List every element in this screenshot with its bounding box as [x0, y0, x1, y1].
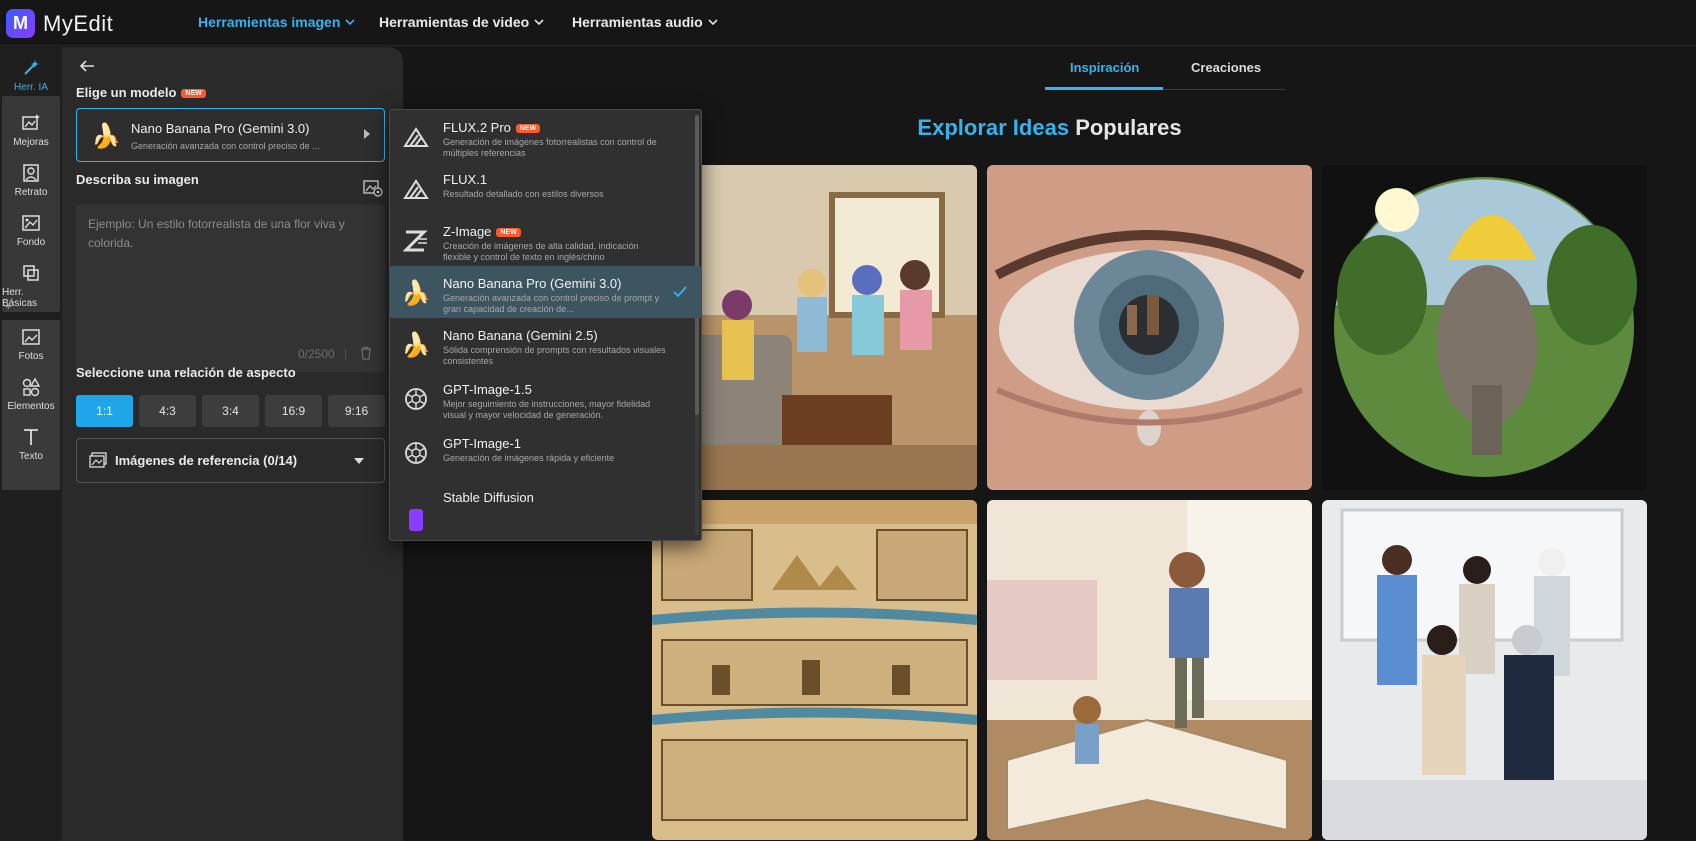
- ratio-16-9-button[interactable]: 16:9: [265, 395, 322, 427]
- eye-tear-image: [987, 165, 1312, 490]
- char-count: 0/2500 |: [298, 347, 348, 361]
- photo-icon: [22, 329, 40, 345]
- banana-icon: 🍌: [401, 279, 431, 307]
- magic-wand-icon: [24, 60, 39, 75]
- ratio-1-1-button[interactable]: 1:1: [76, 395, 133, 427]
- new-badge: NEW: [181, 89, 206, 99]
- app-name: MyEdit: [43, 10, 114, 36]
- banana-icon: 🍌: [91, 123, 121, 150]
- caret-down-icon: [354, 458, 364, 464]
- ratio-9-16-button[interactable]: 9:16: [328, 395, 385, 427]
- rail-item-elements[interactable]: Elementos: [2, 377, 60, 412]
- rail-item-background[interactable]: Fondo: [2, 213, 60, 248]
- image-settings-icon[interactable]: [363, 179, 383, 197]
- model-dropdown: FLUX.2 Pro NEW Generación de imágenes fot…: [389, 109, 702, 541]
- app-logo[interactable]: M MyEdit: [6, 9, 113, 38]
- new-badge: NEW: [515, 124, 541, 134]
- gallery-item-egypt-poster[interactable]: [652, 500, 977, 840]
- enhance-icon: [22, 114, 40, 130]
- tab-inspiration[interactable]: Inspiración: [1070, 60, 1139, 75]
- shapes-icon: [22, 377, 41, 397]
- describe-label: Describa su imagen: [76, 172, 199, 187]
- plus-icon: +: [5, 301, 12, 313]
- flux-icon: [402, 123, 430, 151]
- nav-image-tools[interactable]: Herramientas imagen: [198, 14, 356, 30]
- rail-item-ai-tools[interactable]: Herr. IA: [2, 58, 60, 93]
- aspect-label: Seleccione una relación de aspecto: [76, 365, 296, 380]
- model-option-nano-banana-pro[interactable]: 🍌 Nano Banana Pro (Gemini 3.0) Generació…: [390, 266, 701, 318]
- gallery-item-professionals[interactable]: [1322, 500, 1647, 840]
- reference-images-dropdown[interactable]: Imágenes de referencia (0/14): [76, 438, 385, 483]
- ratio-4-3-button[interactable]: 4:3: [139, 395, 196, 427]
- gallery-item-fisheye-elephant[interactable]: [1322, 165, 1647, 490]
- images-icon: [89, 452, 107, 468]
- logo-mark-icon: M: [6, 9, 35, 38]
- reference-images-label: Imágenes de referencia (0/14): [115, 453, 298, 468]
- rail-item-portrait[interactable]: Retrato: [2, 163, 60, 198]
- ai-tool-panel: Elige un modelo NEW 🍌 Nano Banana Pro (Ge…: [62, 47, 403, 841]
- model-option-gpt-image-1[interactable]: GPT-Image-1 Generación de imágenes rápid…: [390, 426, 701, 478]
- girl-book-image: [987, 500, 1312, 840]
- model-title: Nano Banana Pro (Gemini 3.0): [131, 121, 310, 136]
- egypt-dynasties-image: [652, 500, 977, 840]
- fisheye-elephant-image: [1322, 165, 1647, 490]
- model-option-stable-diffusion[interactable]: Stable Diffusion: [390, 480, 701, 532]
- nav-video-tools[interactable]: Herramientas de video: [379, 14, 545, 30]
- active-tab-indicator: [1045, 87, 1163, 90]
- rail-item-photos[interactable]: Fotos: [2, 327, 60, 362]
- ratio-3-4-button[interactable]: 3:4: [202, 395, 259, 427]
- z-image-icon: [402, 227, 430, 255]
- openai-icon: [402, 439, 430, 467]
- chevron-down-icon: [708, 19, 718, 26]
- check-icon: [673, 286, 687, 298]
- model-option-flux2-pro[interactable]: FLUX.2 Pro NEW Generación de imágenes fot…: [390, 110, 701, 162]
- professionals-image: [1322, 500, 1647, 840]
- portrait-icon: [23, 164, 39, 182]
- back-arrow-icon[interactable]: [78, 57, 96, 75]
- tab-creations[interactable]: Creaciones: [1191, 60, 1261, 75]
- chevron-down-icon: [345, 19, 355, 26]
- banana-icon: 🍌: [401, 331, 431, 359]
- crop-icon: [23, 265, 39, 281]
- model-selector[interactable]: 🍌 Nano Banana Pro (Gemini 3.0) Generació…: [76, 108, 385, 162]
- model-option-z-image[interactable]: Z-Image NEW Creación de imágenes de alta …: [390, 214, 701, 266]
- model-option-gpt-image-1-5[interactable]: GPT-Image-1.5 Mejor seguimiento de instr…: [390, 372, 701, 424]
- nav-audio-tools[interactable]: Herramientas audio: [572, 14, 719, 30]
- model-option-nano-banana[interactable]: 🍌 Nano Banana (Gemini 2.5) Sólida compre…: [390, 318, 701, 370]
- rail-item-enhance[interactable]: Mejoras: [2, 113, 60, 148]
- tool-rail: Herr. IA Mejoras Retrato Fondo Herr. Bás…: [0, 47, 62, 841]
- stable-diffusion-icon: [402, 493, 430, 531]
- aspect-ratio-group: 1:1 4:3 3:4 16:9 9:16: [76, 395, 385, 427]
- rail-item-text[interactable]: Texto: [2, 427, 60, 462]
- flux-icon: [402, 175, 430, 203]
- gallery-item-girl-book[interactable]: [987, 500, 1312, 840]
- openai-icon: [402, 385, 430, 413]
- model-option-flux1[interactable]: FLUX.1 Resultado detallado con estilos d…: [390, 162, 701, 214]
- background-icon: [22, 215, 40, 231]
- chevron-right-icon: [364, 129, 370, 139]
- model-subtitle: Generación avanzada con control preciso …: [131, 141, 320, 151]
- model-section-label: Elige un modelo NEW: [76, 85, 206, 100]
- trash-icon[interactable]: [359, 346, 373, 360]
- text-icon: [24, 429, 38, 445]
- new-badge: NEW: [496, 228, 521, 238]
- gallery-item-eye-tear[interactable]: [987, 165, 1312, 490]
- top-bar: M MyEdit Herramientas imagen Herramienta…: [0, 0, 1696, 46]
- chevron-down-icon: [534, 19, 544, 26]
